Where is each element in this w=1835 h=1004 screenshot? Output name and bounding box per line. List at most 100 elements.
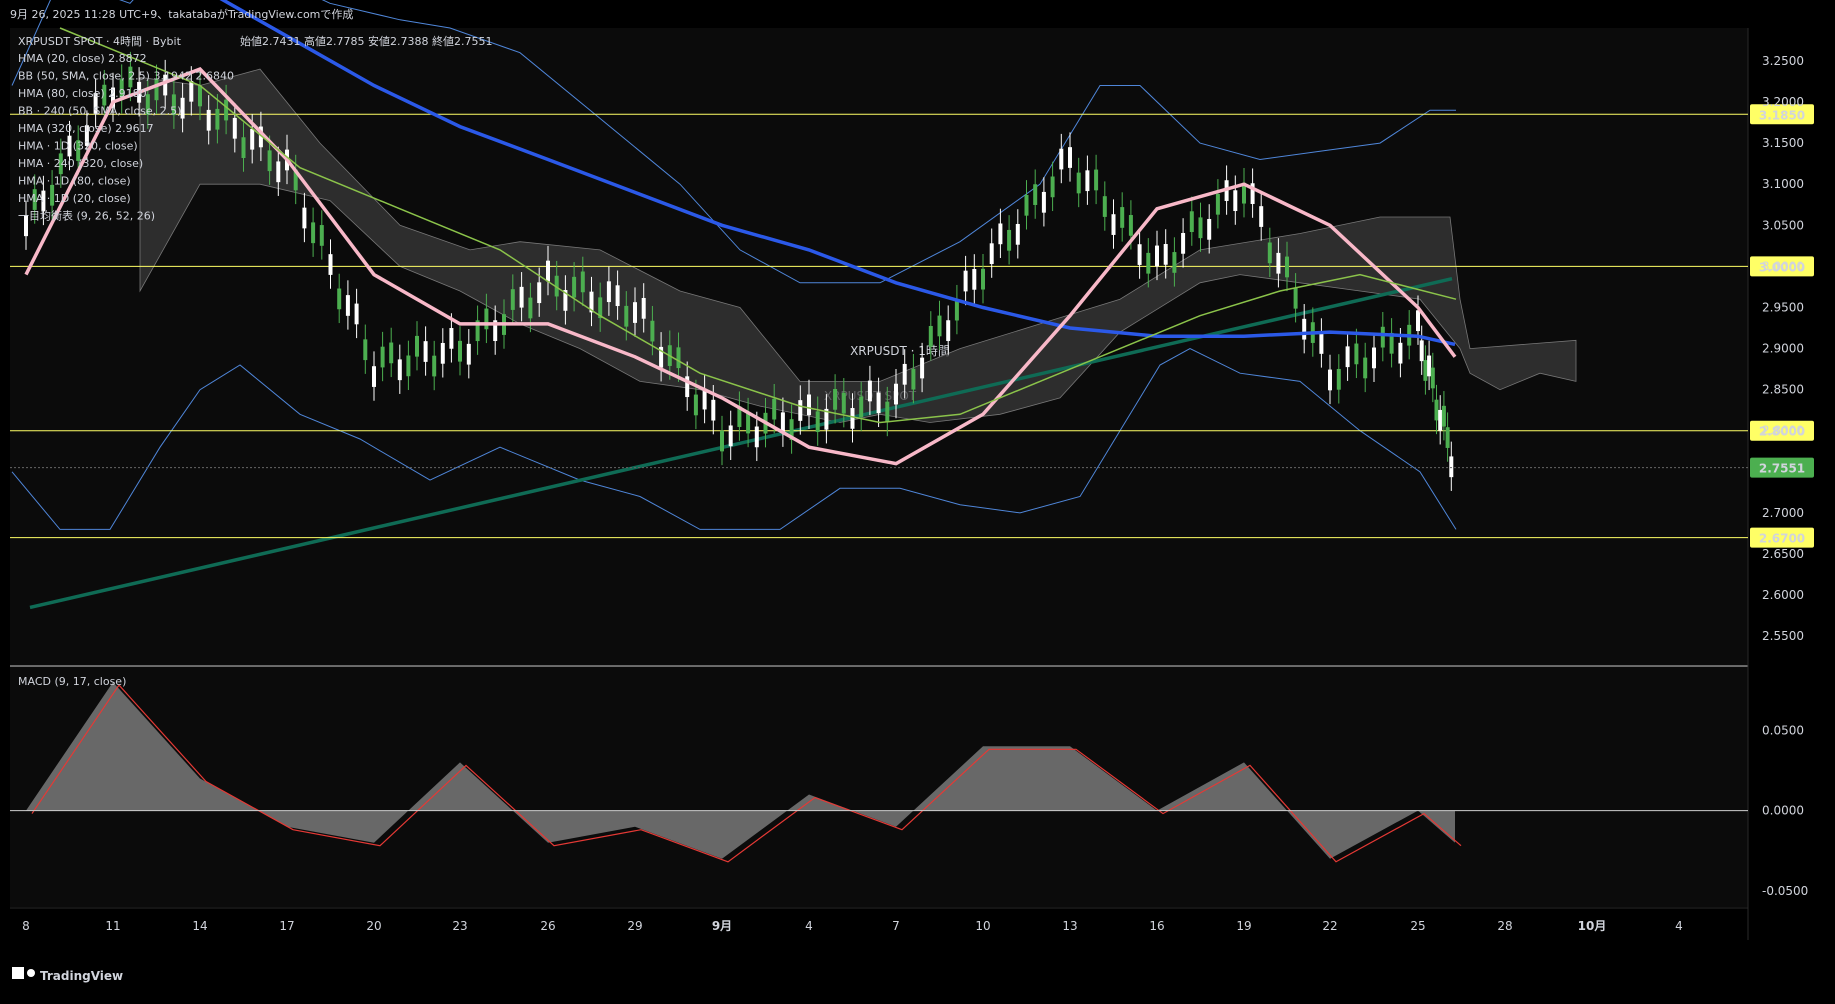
candle-body [1120, 207, 1125, 228]
indicator-legend-item: HMA (320, close) 2.9617 [18, 122, 154, 135]
candle-body [963, 270, 968, 292]
candle-body [1259, 206, 1264, 227]
candle-body [189, 80, 194, 102]
time-tick-label: 10月 [1578, 919, 1607, 933]
candle-body [572, 276, 577, 298]
candle-body [1041, 191, 1046, 213]
candle-body [302, 207, 307, 229]
candle-body [711, 399, 716, 421]
price-tick-label: 3.0000 [1762, 259, 1804, 273]
candle-body [676, 347, 681, 369]
candle-body [397, 359, 402, 381]
candle-body [1233, 190, 1238, 212]
candle-body [484, 308, 489, 330]
candle-body [1189, 211, 1194, 233]
price-tick-label: 3.0500 [1762, 218, 1804, 232]
candle-body [267, 150, 272, 172]
candle-body [772, 398, 777, 420]
candle-body [1285, 256, 1289, 278]
chart-svg: XRPUSDT · 1時間XRPUSDT SPOT3.18503.00002.8… [0, 0, 1835, 1004]
candle-body [1441, 405, 1446, 427]
tradingview-brand: TradingView [40, 969, 123, 983]
candle-body [580, 271, 585, 293]
candle-body [1372, 347, 1376, 369]
ohlc-line: 始値2.7431 高値2.7785 安値2.7388 終値2.7551 [240, 34, 492, 48]
candle-body [1445, 427, 1450, 448]
candle-body [311, 222, 316, 244]
candle-body [1015, 223, 1020, 245]
candle-body [841, 392, 846, 414]
candle-body [807, 394, 811, 416]
candle-body [1427, 355, 1432, 377]
indicator-legend-item: HMA · 1D (20, close) [18, 192, 131, 205]
candle-body [728, 425, 733, 447]
time-tick-label: 13 [1062, 919, 1077, 933]
candle-body [615, 285, 620, 307]
price-tick-label: 3.2500 [1762, 54, 1804, 68]
time-tick-label: 10 [975, 919, 990, 933]
time-tick-label: 16 [1149, 919, 1164, 933]
candle-body [850, 408, 855, 429]
candle-body [449, 328, 454, 349]
candle-body [319, 225, 324, 246]
macd-tick-label: -0.0500 [1762, 884, 1808, 898]
candle-body [1076, 172, 1081, 194]
indicator-legend-item: BB (50, SMA, close, 2.5) 3.1942 2.6840 [18, 70, 234, 83]
time-tick-label: 4 [805, 919, 813, 933]
candle-body [372, 366, 376, 387]
time-tick-label: 14 [192, 919, 207, 933]
candle-body [1128, 215, 1133, 236]
time-tick-label: 17 [279, 919, 294, 933]
candle-body [1363, 357, 1368, 379]
indicator-legend-item: HMA · 1D (80, close) [18, 175, 131, 188]
candle-body [337, 288, 342, 310]
candle-body [1336, 368, 1341, 390]
candle-body [1094, 169, 1099, 191]
candle-body [867, 380, 872, 402]
price-tick-label: 3.1000 [1762, 177, 1804, 191]
candle-body [466, 343, 471, 365]
candle-body [276, 161, 281, 183]
price-tick-label: 2.5500 [1762, 629, 1804, 643]
candle-body [606, 281, 611, 303]
candle-body [937, 315, 942, 337]
candle-body [859, 396, 864, 418]
price-tick-label: 2.8000 [1762, 424, 1804, 438]
candle-body [1419, 340, 1424, 362]
candle-body [1354, 343, 1359, 365]
candle-body [1380, 326, 1385, 348]
candle-body [519, 286, 524, 308]
candle-body [1068, 147, 1072, 168]
candle-body [224, 99, 229, 121]
tradingview-logo-dot [27, 969, 35, 977]
candle-body [1430, 367, 1435, 389]
candle-body [902, 363, 907, 385]
candle-body [528, 297, 533, 319]
time-tick-label: 25 [1410, 919, 1425, 933]
candle-body [754, 426, 759, 448]
candle-body [406, 355, 411, 377]
level-label: 3.1850 [1759, 108, 1805, 122]
candle-body [1438, 409, 1443, 431]
candle-body [1416, 310, 1420, 332]
macd-pane [10, 666, 1748, 907]
candle-body [1198, 217, 1203, 239]
macd-title: MACD (9, 17, close) [18, 675, 126, 688]
price-tick-label: 2.9500 [1762, 300, 1804, 314]
candle-body [972, 268, 977, 290]
time-tick-label: 28 [1497, 919, 1512, 933]
candle-body [537, 282, 542, 304]
candle-body [510, 289, 515, 310]
candle-body [1007, 229, 1012, 251]
candle-body [1434, 399, 1439, 421]
candle-body [1449, 456, 1454, 478]
price-tick-label: 2.6500 [1762, 547, 1804, 561]
candle-body [1215, 193, 1220, 215]
candle-body [885, 401, 890, 423]
price-tick-label: 3.1500 [1762, 136, 1804, 150]
time-tick-label: 20 [366, 919, 381, 933]
candle-body [432, 355, 437, 377]
candle-body [693, 394, 698, 416]
candle-body [328, 254, 333, 275]
tradingview-logo-icon [12, 967, 24, 979]
